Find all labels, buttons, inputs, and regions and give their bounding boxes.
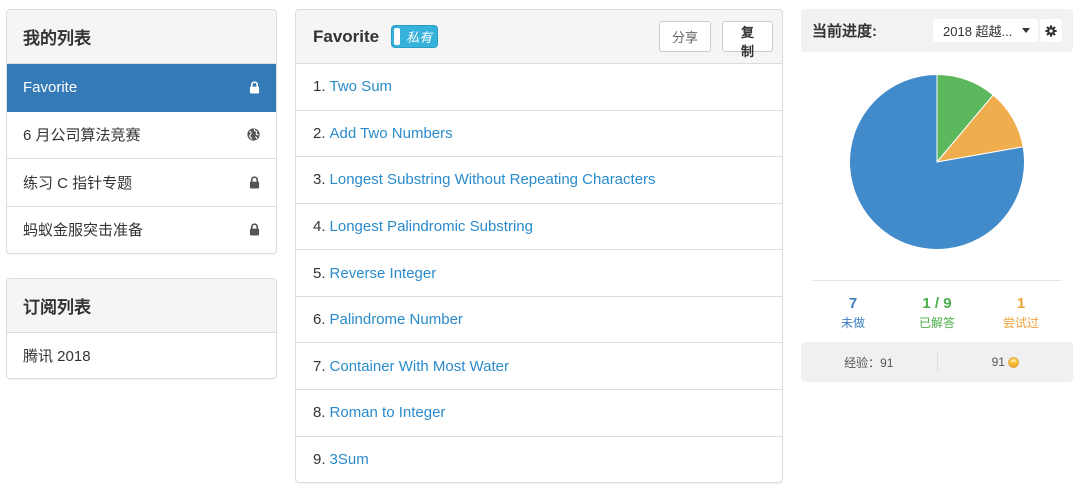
problem-number: 2.: [313, 124, 326, 142]
attempted-label: 尝试过: [1002, 316, 1039, 330]
progress-pie-chart: [849, 74, 1025, 250]
privacy-toggle[interactable]: 私有: [391, 25, 439, 48]
problem-number: 7.: [313, 357, 326, 375]
privacy-label: 私有: [406, 30, 433, 45]
problem-link[interactable]: Roman to Integer: [330, 404, 446, 421]
coins-cell: 91: [938, 355, 1074, 369]
progress-title: 当前进度:: [812, 23, 877, 40]
problem-row: 7. Container With Most Water: [296, 343, 782, 390]
problem-row: 5. Reverse Integer: [296, 250, 782, 297]
stat-solved: 1 / 9 已解答: [895, 295, 979, 330]
stats-divider: [813, 280, 1061, 281]
lock-icon: [249, 223, 260, 236]
unsolved-label: 未做: [840, 316, 865, 330]
problem-link[interactable]: Reverse Integer: [330, 265, 437, 282]
solved-count: 1 / 9: [922, 295, 952, 312]
list-item-label: 练习 C 指针专题: [23, 174, 133, 192]
globe-icon: [247, 128, 260, 141]
solved-label: 已解答: [918, 316, 955, 330]
list-item-ant-financial[interactable]: 蚂蚁金服突击准备: [7, 207, 276, 254]
subscribed-lists-header: 订阅列表: [7, 279, 276, 333]
list-item-label: Favorite: [23, 78, 78, 96]
session-select[interactable]: 2018 超越...: [933, 19, 1038, 42]
caret-down-icon: [1022, 28, 1030, 33]
problem-link[interactable]: 3Sum: [330, 451, 369, 468]
list-item-june-contest[interactable]: 6 月公司算法竞赛: [7, 112, 276, 159]
list-item-label: 蚂蚁金服突击准备: [23, 222, 144, 240]
list-item-label: 6 月公司算法竞赛: [23, 127, 141, 145]
experience-text: 经验：91: [844, 355, 894, 370]
my-lists-title: 我的列表: [23, 29, 91, 48]
problem-row: 6. Palindrome Number: [296, 297, 782, 344]
list-item-c-pointers[interactable]: 练习 C 指针专题: [7, 159, 276, 207]
problem-link[interactable]: Two Sum: [330, 78, 393, 95]
gear-icon[interactable]: [1040, 19, 1062, 42]
subscribed-lists-panel: 订阅列表 腾讯 2018: [6, 278, 277, 379]
lock-icon: [249, 81, 260, 94]
coins-value: 91: [991, 355, 1005, 369]
list-title: Favorite: [313, 26, 380, 46]
experience-cell: 经验：91: [801, 354, 937, 371]
problem-row: 4. Longest Palindromic Substring: [296, 204, 782, 251]
list-item-tencent-2018[interactable]: 腾讯 2018: [7, 333, 276, 378]
problem-number: 6.: [313, 311, 326, 329]
problem-row: 9. 3Sum: [296, 437, 782, 483]
copy-button[interactable]: 复制: [722, 21, 773, 59]
problem-row: 2. Add Two Numbers: [296, 111, 782, 158]
problem-list-panel: Favorite 私有 分享 复制 1. Two Sum 2. Add Two …: [295, 9, 783, 483]
problem-row: 3. Longest Substring Without Repeating C…: [296, 157, 782, 204]
problem-link[interactable]: Palindrome Number: [330, 311, 463, 328]
share-button[interactable]: 分享: [659, 21, 711, 52]
my-lists-header: 我的列表: [7, 10, 276, 64]
problem-link[interactable]: Add Two Numbers: [330, 125, 453, 142]
my-lists-panel: 我的列表 Favorite 6 月公司算法竞赛 练习 C 指针专题 蚂蚁金服突击…: [6, 9, 277, 254]
problem-list-header: Favorite 私有 分享 复制: [296, 10, 782, 64]
experience-box: 经验：91 91: [801, 342, 1073, 382]
stat-attempted: 1 尝试过: [979, 295, 1063, 330]
toggle-knob: [394, 28, 401, 45]
problem-number: 3.: [313, 171, 326, 189]
stat-unsolved: 7 未做: [811, 295, 895, 330]
problem-link[interactable]: Longest Palindromic Substring: [330, 218, 533, 235]
session-select-value: 2018 超越...: [943, 24, 1013, 39]
problem-link[interactable]: Container With Most Water: [330, 358, 510, 375]
list-item-favorite[interactable]: Favorite: [7, 64, 276, 112]
lock-icon: [249, 176, 260, 189]
attempted-count: 1: [1016, 295, 1026, 312]
unsolved-count: 7: [848, 295, 858, 312]
problem-number: 1.: [313, 78, 326, 96]
problem-number: 9.: [313, 450, 326, 468]
problem-row: 8. Roman to Integer: [296, 390, 782, 437]
problem-number: 8.: [313, 404, 326, 422]
coin-icon: [1008, 356, 1019, 368]
problem-link[interactable]: Longest Substring Without Repeating Char…: [330, 171, 656, 188]
subscribed-lists-title: 订阅列表: [23, 298, 91, 317]
progress-stats: 7 未做 1 / 9 已解答 1 尝试过: [811, 295, 1063, 330]
problem-number: 4.: [313, 217, 326, 235]
list-item-label: 腾讯 2018: [23, 348, 91, 365]
problem-row: 1. Two Sum: [296, 64, 782, 111]
problem-number: 5.: [313, 264, 326, 282]
progress-header: 当前进度: 2018 超越...: [801, 9, 1073, 52]
